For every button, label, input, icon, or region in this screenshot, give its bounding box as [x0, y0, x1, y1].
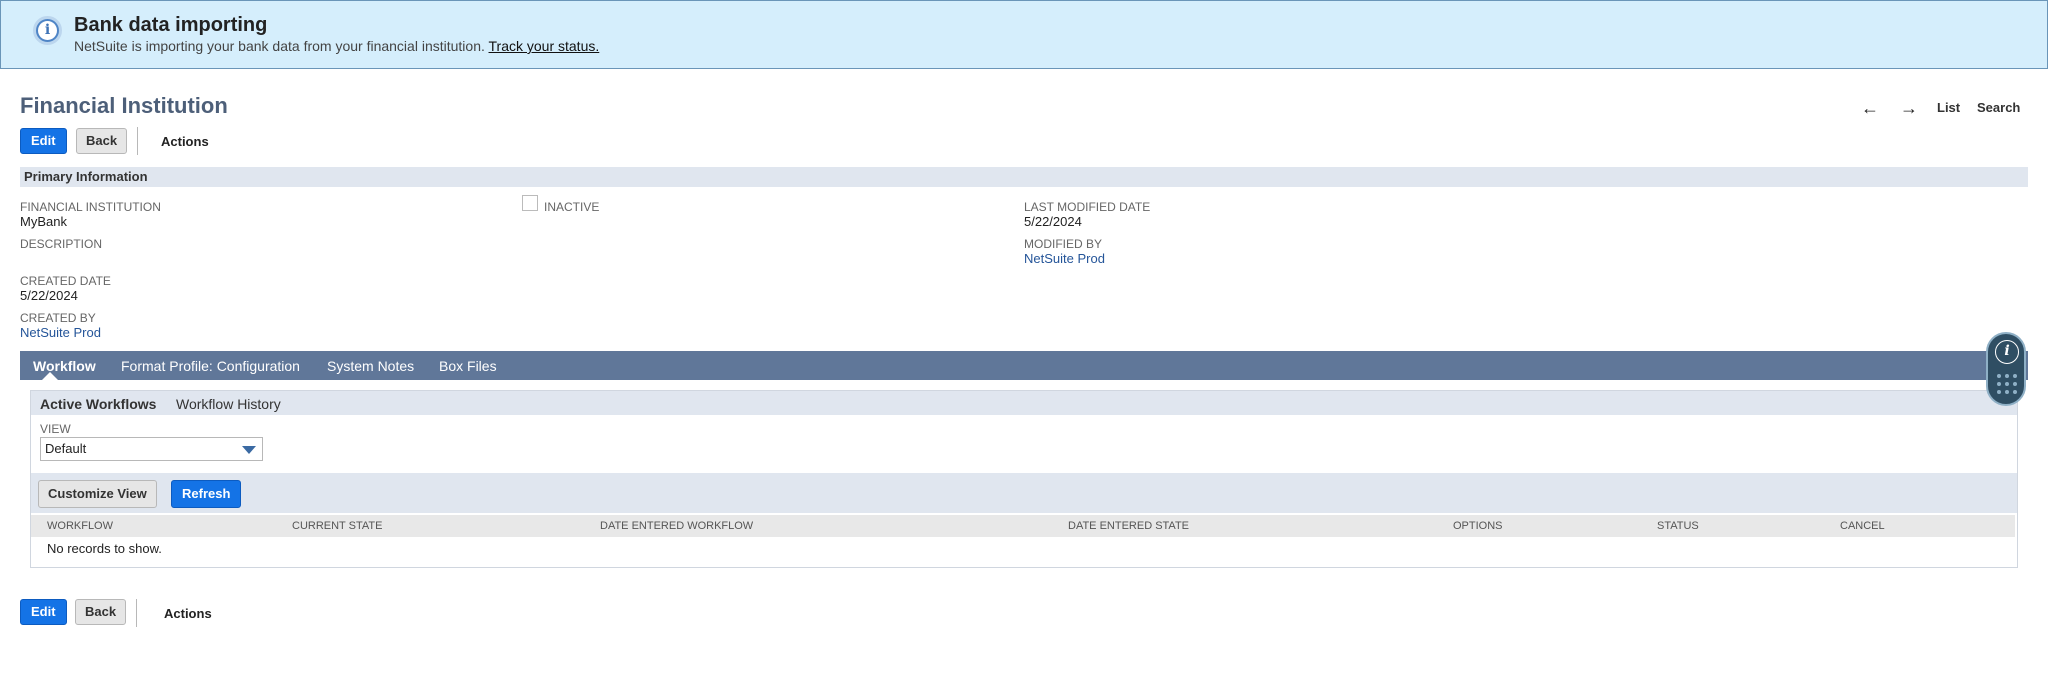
- chevron-down-icon: [242, 446, 256, 454]
- list-link[interactable]: List: [1937, 100, 1960, 115]
- customize-view-button[interactable]: Customize View: [38, 480, 157, 508]
- tab-format-profile[interactable]: Format Profile: Configuration: [121, 358, 300, 374]
- column-options[interactable]: OPTIONS: [1453, 520, 1503, 532]
- view-select[interactable]: Default: [40, 437, 263, 461]
- back-button-bottom[interactable]: Back: [75, 599, 127, 625]
- tab-box-files[interactable]: Box Files: [439, 358, 497, 374]
- dots-grid-icon[interactable]: [1997, 374, 2019, 398]
- last-modified-date-label: LAST MODIFIED DATE: [1024, 200, 1151, 214]
- column-cancel[interactable]: CANCEL: [1840, 520, 1885, 532]
- column-date-entered-state[interactable]: DATE ENTERED STATE: [1068, 520, 1189, 532]
- tab-system-notes[interactable]: System Notes: [327, 358, 414, 374]
- created-date-value: 5/22/2024: [20, 288, 78, 303]
- next-arrow-icon[interactable]: →: [1900, 98, 1918, 119]
- page-title: Financial Institution: [20, 93, 228, 118]
- previous-arrow-icon[interactable]: ←: [1861, 98, 1879, 119]
- active-tab-caret: [42, 372, 58, 380]
- column-workflow[interactable]: WORKFLOW: [47, 520, 113, 532]
- actions-menu-bottom[interactable]: Actions: [164, 606, 212, 621]
- inactive-label: INACTIVE: [544, 200, 600, 214]
- view-selected-value: Default: [45, 441, 87, 456]
- financial-institution-value: MyBank: [20, 214, 67, 229]
- banner-text: NetSuite is importing your bank data fro…: [74, 38, 485, 54]
- created-by-link[interactable]: NetSuite Prod: [20, 325, 101, 340]
- search-link[interactable]: Search: [1977, 100, 2020, 115]
- inactive-checkbox[interactable]: [522, 195, 538, 211]
- grid-toolbar: [31, 473, 2017, 513]
- subtab-active-workflows[interactable]: Active Workflows: [40, 396, 156, 412]
- column-current-state[interactable]: CURRENT STATE: [292, 520, 382, 532]
- button-divider-bottom: [136, 599, 137, 627]
- column-status[interactable]: STATUS: [1657, 520, 1699, 532]
- banner-message: NetSuite is importing your bank data fro…: [74, 38, 599, 54]
- subtab-bar: [31, 391, 2017, 415]
- button-divider: [137, 127, 138, 155]
- created-date-label: CREATED DATE: [20, 274, 111, 288]
- record-tabbar: [20, 351, 2028, 380]
- subtab-workflow-history[interactable]: Workflow History: [176, 396, 281, 412]
- floating-help-widget[interactable]: i: [1986, 332, 2026, 406]
- column-date-entered-workflow[interactable]: DATE ENTERED WORKFLOW: [600, 520, 753, 532]
- modified-by-label: MODIFIED BY: [1024, 237, 1103, 251]
- modified-by-link[interactable]: NetSuite Prod: [1024, 251, 1105, 266]
- info-icon[interactable]: i: [1995, 340, 2019, 364]
- refresh-button[interactable]: Refresh: [171, 480, 242, 508]
- back-button[interactable]: Back: [76, 128, 128, 154]
- track-status-link[interactable]: Track your status.: [489, 38, 600, 54]
- view-label: VIEW: [40, 422, 71, 436]
- last-modified-date-value: 5/22/2024: [1024, 214, 1082, 229]
- import-banner: i Bank data importing NetSuite is import…: [0, 0, 2048, 69]
- created-by-label: CREATED BY: [20, 311, 96, 325]
- financial-institution-label: FINANCIAL INSTITUTION: [20, 200, 161, 214]
- edit-button[interactable]: Edit: [20, 128, 67, 154]
- description-label: DESCRIPTION: [20, 237, 103, 251]
- edit-button-bottom[interactable]: Edit: [20, 599, 67, 625]
- primary-information-header[interactable]: Primary Information: [20, 167, 2028, 187]
- empty-grid-message: No records to show.: [47, 541, 162, 556]
- info-icon: i: [33, 16, 62, 45]
- banner-title: Bank data importing: [74, 14, 268, 36]
- actions-menu[interactable]: Actions: [161, 134, 209, 149]
